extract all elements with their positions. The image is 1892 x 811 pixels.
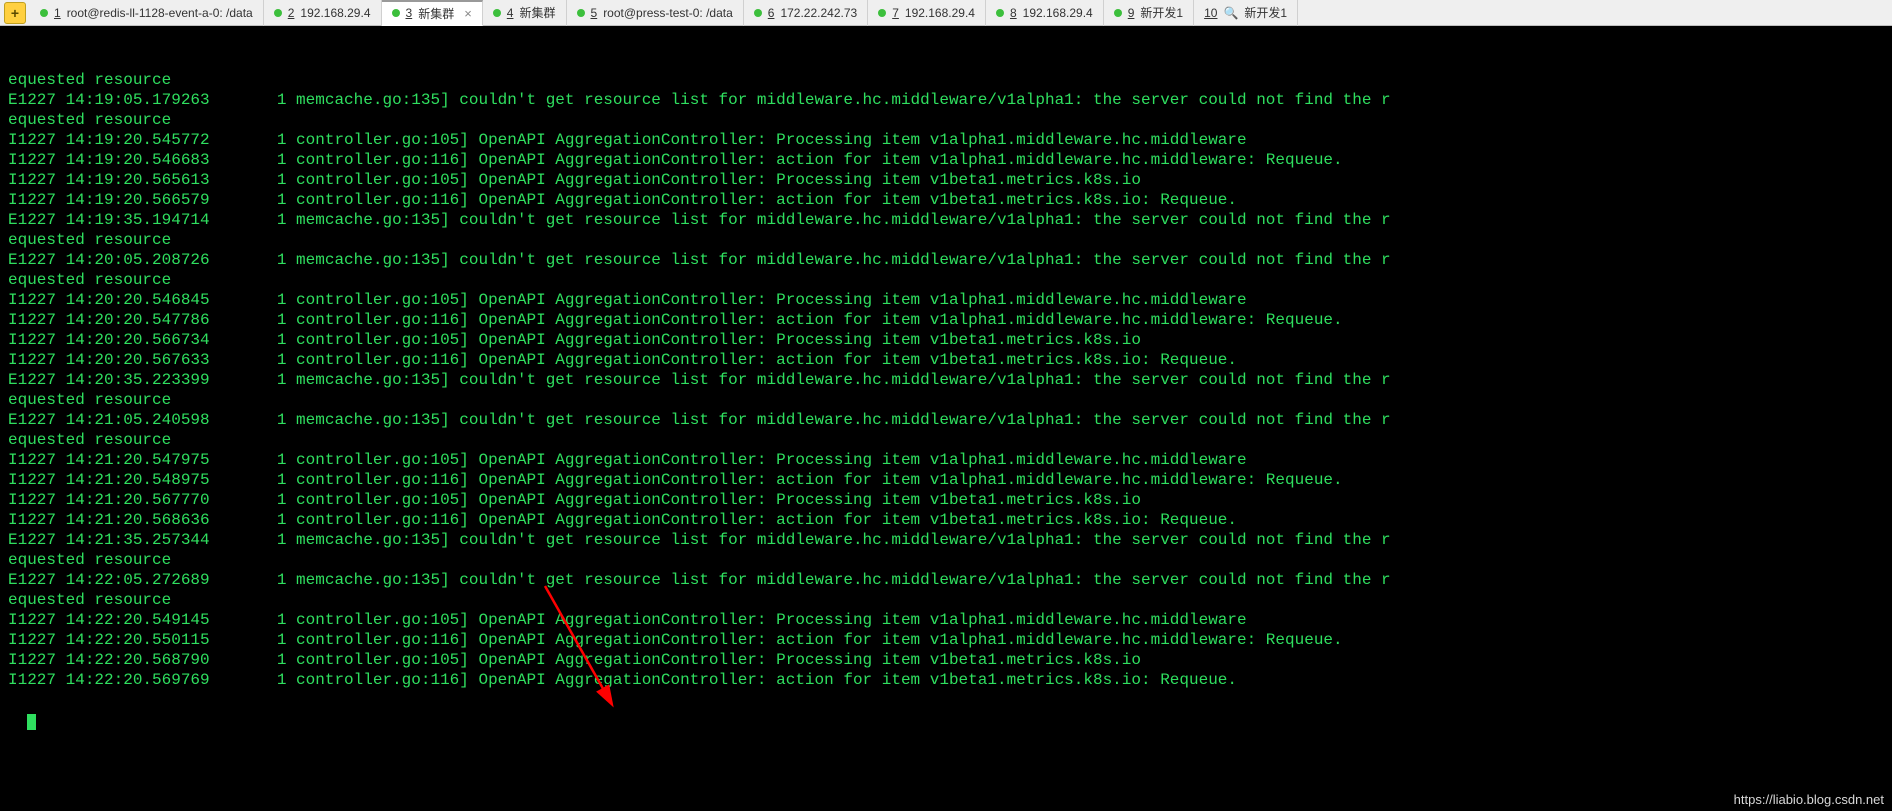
terminal-cursor: [27, 714, 36, 730]
terminal-line: equested resource: [8, 390, 1884, 410]
terminal-output[interactable]: equested resourceE1227 14:19:05.179263 1…: [0, 26, 1892, 811]
tab-number: 7: [892, 6, 899, 20]
terminal-line: I1227 14:21:20.568636 1 controller.go:11…: [8, 510, 1884, 530]
tab-7[interactable]: 7 192.168.29.4: [868, 0, 986, 26]
connection-status-icon: [996, 9, 1004, 17]
tab-number: 10: [1204, 6, 1217, 20]
terminal-line: equested resource: [8, 110, 1884, 130]
terminal-line: equested resource: [8, 70, 1884, 90]
terminal-line: I1227 14:22:20.549145 1 controller.go:10…: [8, 610, 1884, 630]
connection-status-icon: [754, 9, 762, 17]
terminal-line: I1227 14:21:20.548975 1 controller.go:11…: [8, 470, 1884, 490]
terminal-line: I1227 14:20:20.566734 1 controller.go:10…: [8, 330, 1884, 350]
tab-label: 192.168.29.4: [1023, 6, 1093, 20]
tab-8[interactable]: 8 192.168.29.4: [986, 0, 1104, 26]
terminal-line: I1227 14:19:20.565613 1 controller.go:10…: [8, 170, 1884, 190]
terminal-line: equested resource: [8, 430, 1884, 450]
close-tab-icon[interactable]: ×: [464, 6, 472, 21]
tab-number: 6: [768, 6, 775, 20]
watermark-text: https://liabio.blog.csdn.net: [1734, 792, 1884, 807]
terminal-line: I1227 14:21:20.567770 1 controller.go:10…: [8, 490, 1884, 510]
tab-9[interactable]: 9 新开发1: [1104, 0, 1194, 26]
terminal-line: I1227 14:22:20.568790 1 controller.go:10…: [8, 650, 1884, 670]
tab-number: 8: [1010, 6, 1017, 20]
tab-5[interactable]: 5 root@press-test-0: /data: [567, 0, 744, 26]
terminal-line: I1227 14:19:20.546683 1 controller.go:11…: [8, 150, 1884, 170]
terminal-line: I1227 14:21:20.547975 1 controller.go:10…: [8, 450, 1884, 470]
tab-1[interactable]: 1 root@redis-ll-1128-event-a-0: /data: [30, 0, 264, 26]
terminal-line: E1227 14:20:35.223399 1 memcache.go:135]…: [8, 370, 1884, 390]
search-icon: 🔍: [1223, 6, 1238, 20]
tab-4[interactable]: 4 新集群: [483, 0, 567, 26]
connection-status-icon: [493, 9, 501, 17]
tab-label: 172.22.242.73: [780, 6, 857, 20]
connection-status-icon: [878, 9, 886, 17]
terminal-line: E1227 14:21:35.257344 1 memcache.go:135]…: [8, 530, 1884, 550]
tab-number: 9: [1128, 6, 1135, 20]
terminal-line: I1227 14:20:20.546845 1 controller.go:10…: [8, 290, 1884, 310]
terminal-line: E1227 14:20:05.208726 1 memcache.go:135]…: [8, 250, 1884, 270]
tab-2[interactable]: 2 192.168.29.4: [264, 0, 382, 26]
terminal-line: I1227 14:20:20.547786 1 controller.go:11…: [8, 310, 1884, 330]
terminal-line: E1227 14:21:05.240598 1 memcache.go:135]…: [8, 410, 1884, 430]
plus-icon: +: [11, 5, 19, 21]
tab-number: 5: [591, 6, 598, 20]
terminal-line: E1227 14:22:05.272689 1 memcache.go:135]…: [8, 570, 1884, 590]
terminal-line: equested resource: [8, 270, 1884, 290]
tab-number: 1: [54, 6, 61, 20]
tabs-container: 1 root@redis-ll-1128-event-a-0: /data2 1…: [30, 0, 1298, 26]
tab-3[interactable]: 3 新集群 ×: [382, 0, 483, 26]
tab-label: 新集群: [519, 4, 555, 21]
terminal-line: I1227 14:22:20.569769 1 controller.go:11…: [8, 670, 1884, 690]
connection-status-icon: [40, 9, 48, 17]
terminal-line: equested resource: [8, 230, 1884, 250]
terminal-line: I1227 14:20:20.567633 1 controller.go:11…: [8, 350, 1884, 370]
connection-status-icon: [392, 9, 400, 17]
tab-number: 2: [288, 6, 295, 20]
tab-6[interactable]: 6 172.22.242.73: [744, 0, 868, 26]
new-tab-button[interactable]: +: [4, 2, 26, 24]
tab-label: 新开发1: [1140, 4, 1183, 21]
terminal-line: E1227 14:19:05.179263 1 memcache.go:135]…: [8, 90, 1884, 110]
terminal-line: equested resource: [8, 590, 1884, 610]
tab-10[interactable]: 10 🔍 新开发1: [1194, 0, 1298, 26]
connection-status-icon: [577, 9, 585, 17]
tab-bar: + 1 root@redis-ll-1128-event-a-0: /data2…: [0, 0, 1892, 26]
tab-label: root@redis-ll-1128-event-a-0: /data: [67, 6, 253, 20]
terminal-line: I1227 14:19:20.545772 1 controller.go:10…: [8, 130, 1884, 150]
connection-status-icon: [274, 9, 282, 17]
terminal-line: E1227 14:19:35.194714 1 memcache.go:135]…: [8, 210, 1884, 230]
tab-label: 192.168.29.4: [905, 6, 975, 20]
terminal-line: I1227 14:19:20.566579 1 controller.go:11…: [8, 190, 1884, 210]
tab-label: 新开发1: [1244, 4, 1287, 21]
tab-number: 3: [406, 6, 413, 20]
terminal-lines: equested resourceE1227 14:19:05.179263 1…: [8, 70, 1884, 690]
terminal-line: I1227 14:22:20.550115 1 controller.go:11…: [8, 630, 1884, 650]
connection-status-icon: [1114, 9, 1122, 17]
tab-number: 4: [507, 6, 514, 20]
terminal-line: equested resource: [8, 550, 1884, 570]
tab-label: root@press-test-0: /data: [603, 6, 733, 20]
tab-label: 新集群: [418, 5, 454, 22]
tab-label: 192.168.29.4: [300, 6, 370, 20]
